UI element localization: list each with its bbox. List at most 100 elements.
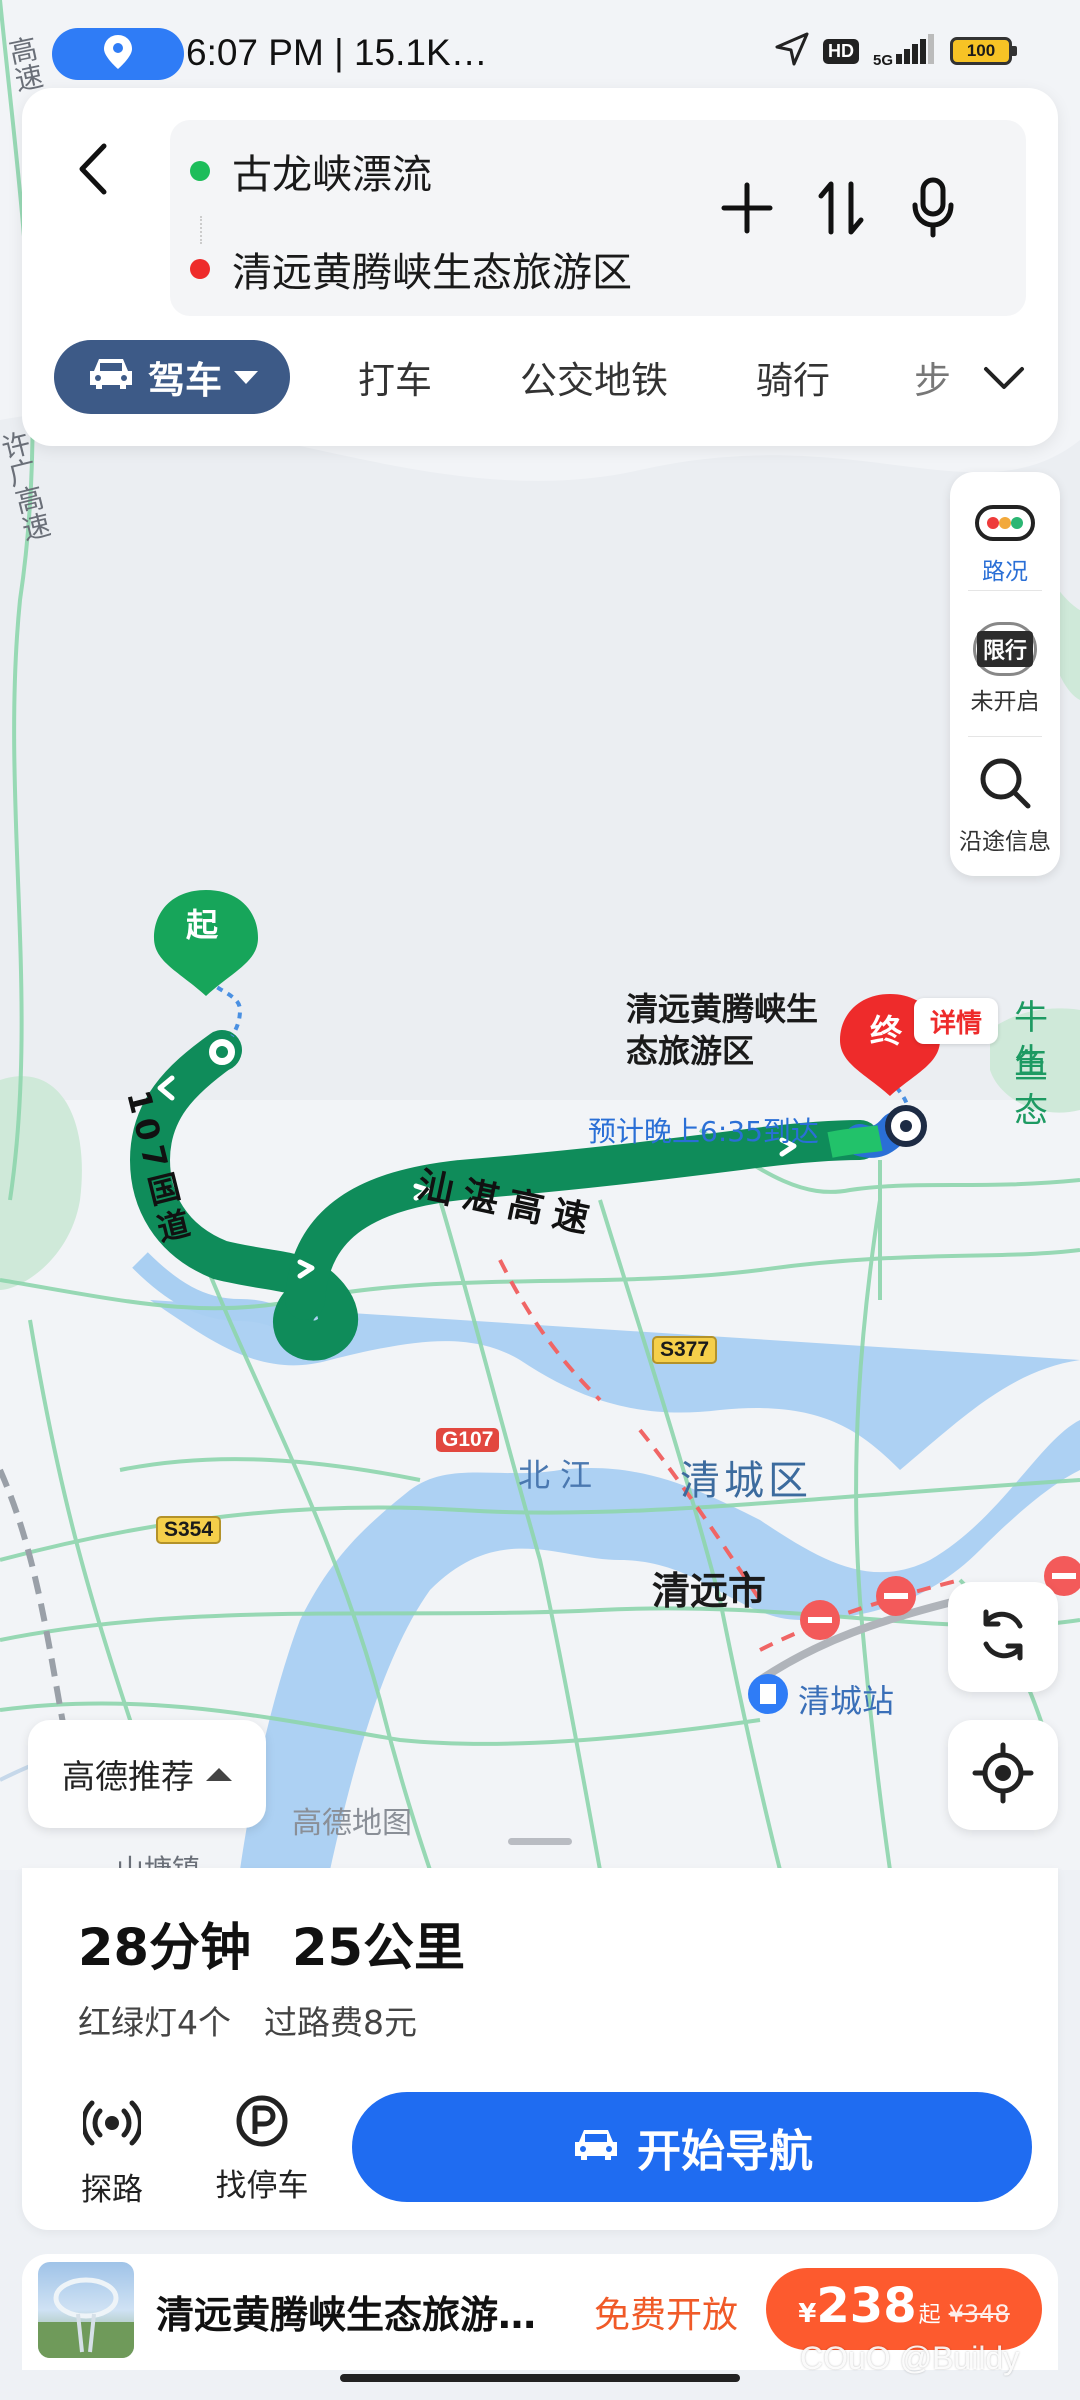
route-summary-card[interactable]: 28分钟 25公里 红绿灯4个 过路费8元 探路 找停车 开始导航 [22,1868,1058,2230]
network-type: 5G [872,52,893,69]
start-navigation-button[interactable]: 开始导航 [352,2092,1032,2202]
road-shield-s377: S377 [652,1336,718,1364]
district-label: 清城区 [680,1458,812,1504]
microphone-icon [911,177,955,243]
chevron-down-icon [983,366,1025,394]
bottom-partial-label: 山塘镇 [116,1853,201,1870]
along-route-label: 沿途信息 [959,829,1051,855]
locate-icon [972,1742,1034,1808]
traffic-lights-count: 红绿灯4个 [78,2003,231,2042]
status-time: 6:07 PM | 15.1K… [186,32,488,73]
poi-thumbnail [38,2262,134,2358]
ticket-price-button[interactable]: ¥ 238 起 ¥348 [766,2268,1042,2350]
tab-drive-label: 驾车 [148,359,222,402]
signal-icon [896,34,936,68]
poi-label-right-2: 生态 [1014,1042,1048,1131]
price-amount: 238 [816,2278,917,2334]
home-indicator[interactable] [340,2374,740,2382]
parking-label: 找停车 [215,2168,309,2204]
destination-map-label: 清远黄腾峡生 态旅游区 [626,988,818,1072]
road-shield-s354: S354 [156,1516,222,1544]
traffic-toggle[interactable]: 路况 [950,504,1060,586]
chevron-down-icon [234,370,258,384]
restriction-icon: 限行 [973,622,1037,676]
search-icon [976,754,1034,816]
traffic-light-icon [974,504,1036,546]
destination-map-label-line2: 态旅游区 [626,1032,755,1070]
toll-fee: 过路费8元 [264,2003,417,2042]
more-modes-button[interactable] [974,350,1034,410]
tab-taxi[interactable]: 打车 [358,350,432,404]
poi-name: 清远黄腾峡生态旅游… [156,2293,537,2337]
route-inputs: 古龙峡漂流 清远黄腾峡生态旅游区 [170,120,1026,316]
destination-text: 清远黄腾峡生态旅游区 [232,250,632,296]
explore-label: 探路 [81,2172,143,2208]
origin-field[interactable]: 古龙峡漂流 [190,142,432,200]
caret-up-icon [206,1767,232,1781]
poi-open-status: 免费开放 [594,2295,739,2336]
plus-icon [720,181,774,239]
parking-icon [235,2094,289,2152]
back-button[interactable] [58,126,128,216]
origin-text: 古龙峡漂流 [232,152,432,198]
hd-badge: HD [822,38,859,64]
destination-map-label-line1: 清远黄腾峡生 [626,990,819,1028]
tab-drive[interactable]: 驾车 [54,340,290,414]
route-preference-label: 高德推荐 [62,1757,194,1796]
river-label: 北江 [518,1456,603,1494]
add-waypoint-button[interactable] [712,175,782,245]
destination-dot-icon [190,259,210,279]
battery-indicator: 100 [950,37,1017,65]
route-duration: 28分钟 [78,1919,251,1978]
sheet-drag-handle[interactable] [508,1838,572,1845]
detail-label: 详情 [929,1008,982,1039]
price-suffix: 起 [918,2303,941,2328]
transport-mode-tabs: 驾车 打车 公交地铁 骑行 步 [22,340,1058,420]
origin-dot-icon [190,161,210,181]
car-icon [571,2122,621,2173]
route-planner-card: 古龙峡漂流 清远黄腾峡生态旅游区 驾车 打车 公交地铁 骑行 步 [22,88,1058,446]
refresh-icon [972,1604,1034,1670]
start-marker-label[interactable]: 起 [186,900,218,946]
restriction-toggle[interactable]: 限行 未开启 [950,622,1060,716]
road-shield-g107-text: G107 [442,1428,494,1451]
end-marker-label[interactable]: 终 [870,1006,902,1052]
restriction-label: 未开启 [970,689,1040,715]
map-watermark: 高德地图 [292,1806,412,1841]
navigation-arrow-icon [775,32,809,70]
detail-tag[interactable]: 详情 [914,998,998,1044]
route-bottom-sheet: 28分钟 25公里 红绿灯4个 过路费8元 探路 找停车 开始导航 清远黄腾峡生… [0,1838,1080,2400]
broadcast-icon [81,2094,143,2156]
route-distance: 25公里 [292,1919,465,1978]
along-route-button[interactable]: 沿途信息 [950,754,1060,856]
station-label: 清城站 [798,1682,895,1720]
city-label: 清远市 [652,1569,767,1613]
locate-me-button[interactable] [948,1720,1058,1830]
original-price: ¥348 [948,2300,1010,2328]
location-indicator [52,28,184,80]
map-tools-panel: 路况 限行 未开启 沿途信息 [950,472,1060,876]
price-currency: ¥ [798,2299,817,2329]
swap-icon [817,178,865,242]
tab-walk[interactable]: 步 [914,350,951,404]
start-navigation-label: 开始导航 [637,2126,813,2177]
explore-button[interactable]: 探路 [52,2094,172,2209]
parking-button[interactable]: 找停车 [202,2094,322,2205]
destination-field[interactable]: 清远黄腾峡生态旅游区 [190,240,632,298]
back-arrow-icon [78,142,108,200]
car-icon [86,355,136,400]
status-bar: 6:07 PM | 15.1K… HD 5G 100 [0,20,1080,90]
tab-bike[interactable]: 骑行 [756,350,830,404]
road-shield-s377-text: S377 [660,1338,710,1361]
swap-button[interactable] [806,175,876,245]
tab-transit[interactable]: 公交地铁 [520,350,668,404]
overlay-watermark: COuO @Buildy [800,2340,1020,2376]
location-pin-icon [104,35,132,73]
road-shield-s354-text: S354 [164,1518,214,1541]
refresh-route-button[interactable] [948,1582,1058,1692]
route-preference-dropdown[interactable]: 高德推荐 [28,1720,266,1828]
restriction-badge: 限行 [976,631,1033,667]
voice-input-button[interactable] [898,175,968,245]
road-shield-g107: G107 [436,1428,500,1452]
eta-label: 预计晚上6:35到达 [588,1115,819,1148]
